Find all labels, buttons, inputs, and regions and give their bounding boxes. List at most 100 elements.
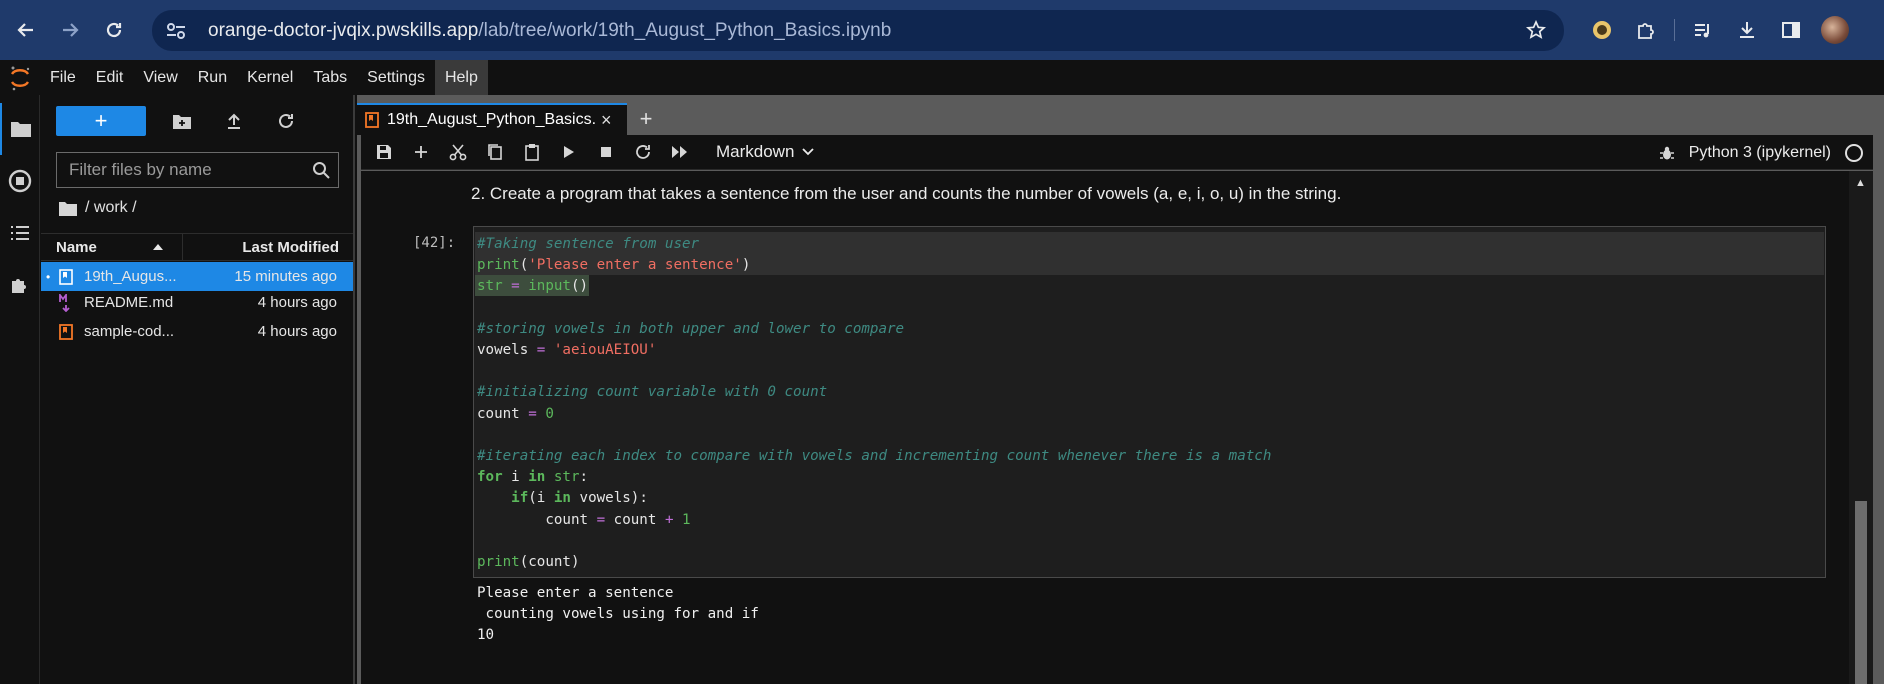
interrupt-button[interactable] (587, 135, 624, 170)
copy-button[interactable] (476, 135, 513, 170)
side-panel-icon[interactable] (1769, 14, 1813, 46)
code-line: str = input() (477, 278, 589, 295)
scrollbar[interactable]: ▲ (1849, 171, 1873, 684)
puzzle-piece-icon (12, 279, 26, 293)
save-button[interactable] (365, 135, 402, 170)
folder-icon (59, 201, 77, 216)
markdown-cell[interactable]: 2. Create a program that takes a sentenc… (471, 184, 1341, 204)
bookmark-star-icon[interactable] (1525, 19, 1547, 45)
notebook-icon (58, 268, 74, 285)
code-line: #iterating each index to compare with vo… (477, 448, 1272, 465)
file-list-header: Name Last Modified (41, 233, 353, 261)
restart-run-all-button[interactable] (661, 135, 698, 170)
code-text[interactable]: #Taking sentence from user print('Please … (477, 234, 1271, 573)
column-name-header[interactable]: Name (41, 233, 183, 261)
document-tabbar: 19th_August_Python_Basics.ipynb × + (357, 103, 661, 135)
new-tab-button[interactable]: + (631, 104, 661, 134)
menu-tabs[interactable]: Tabs (303, 60, 357, 95)
scroll-up-icon[interactable]: ▲ (1855, 177, 1866, 189)
back-button[interactable] (8, 12, 44, 48)
reload-button[interactable] (96, 12, 132, 48)
breadcrumb: / work / (59, 199, 137, 217)
filter-files-input[interactable] (57, 160, 297, 180)
menu-run[interactable]: Run (188, 60, 237, 95)
bug-icon (1659, 146, 1674, 159)
code-line: #Taking sentence from user (477, 236, 700, 252)
running-kernels-tab[interactable] (0, 155, 40, 207)
cell-type-value: Markdown (716, 142, 795, 161)
breadcrumb-path[interactable]: / work / (85, 199, 137, 217)
extensions-area (1580, 14, 1857, 46)
profile-avatar[interactable] (1813, 14, 1857, 46)
sort-ascending-icon (153, 244, 163, 250)
menubar: File Edit View Run Kernel Tabs Settings … (0, 60, 1884, 95)
table-of-contents-tab[interactable] (0, 207, 40, 259)
stop-icon (600, 147, 611, 157)
list-item[interactable]: sample-cod... 4 hours ago (41, 317, 353, 346)
restart-button[interactable] (624, 135, 661, 170)
run-button[interactable] (550, 135, 587, 170)
address-bar[interactable]: orange-doctor-jvqix.pwskills.app/lab/tre… (152, 10, 1564, 51)
forward-button[interactable] (52, 12, 88, 48)
download-icon[interactable] (1725, 14, 1769, 46)
running-indicator: • (46, 269, 51, 284)
execution-count: [42]: (413, 235, 456, 251)
search-icon (312, 161, 330, 184)
kernel-idle-icon (1845, 143, 1863, 162)
menu-view[interactable]: View (133, 60, 187, 95)
new-folder-icon[interactable] (156, 106, 208, 136)
insert-cell-button[interactable] (402, 135, 439, 170)
code-line: print(count) (477, 554, 580, 571)
copy-icon (487, 144, 502, 160)
kernel-status: Python 3 (ipykernel) (1659, 135, 1863, 170)
folder-icon (11, 122, 31, 137)
code-line: if(i in vowels): (511, 490, 648, 507)
extension-manager-tab[interactable] (0, 259, 40, 311)
code-line: count = 0 (477, 405, 554, 422)
menu-help[interactable]: Help (434, 60, 488, 95)
notebook-icon (58, 323, 74, 340)
url-host: orange-doctor-jvqix.pwskills.app (208, 19, 479, 41)
toolbar-separator (1674, 19, 1675, 41)
tab-notebook[interactable]: 19th_August_Python_Basics.ipynb × (357, 103, 627, 135)
list-item[interactable]: README.md 4 hours ago (41, 288, 353, 317)
extension-icon[interactable] (1580, 14, 1624, 46)
kernel-name[interactable]: Python 3 (ipykernel) (1689, 144, 1831, 162)
arrow-left-icon (17, 23, 33, 37)
stop-circle-icon (8, 169, 32, 193)
menu-file[interactable]: File (40, 60, 86, 95)
site-settings-icon[interactable] (166, 22, 196, 40)
menu-kernel[interactable]: Kernel (237, 60, 303, 95)
code-line: vowels = 'aeiouAEIOU' (477, 342, 657, 359)
menu-settings[interactable]: Settings (357, 60, 435, 95)
column-name-label: Name (56, 238, 97, 256)
cell-type-dropdown[interactable]: Markdown (716, 142, 815, 162)
upload-icon[interactable] (208, 106, 260, 136)
menu-edit[interactable]: Edit (86, 60, 134, 95)
column-modified-header[interactable]: Last Modified (183, 239, 353, 256)
url-path: /lab/tree/work/19th_August_Python_Basics… (478, 19, 892, 41)
file-browser-tab[interactable] (0, 103, 40, 155)
close-tab-icon[interactable]: × (601, 110, 612, 131)
refresh-icon[interactable] (260, 106, 312, 136)
file-modified: 4 hours ago (257, 294, 337, 311)
arrow-right-icon (63, 23, 79, 37)
scrollbar-thumb[interactable] (1855, 501, 1867, 684)
code-cell-editor[interactable]: #Taking sentence from user print('Please … (473, 226, 1826, 578)
notebook-icon (365, 112, 379, 128)
reload-icon (106, 22, 122, 38)
cut-button[interactable] (439, 135, 476, 170)
file-modified: 4 hours ago (257, 323, 337, 340)
file-modified: 15 minutes ago (234, 268, 337, 285)
media-queue-icon[interactable] (1681, 14, 1725, 46)
paste-button[interactable] (513, 135, 550, 170)
puzzle-icon[interactable] (1624, 14, 1668, 46)
plus-icon (414, 146, 427, 158)
list-item[interactable]: • 19th_Augus... 15 minutes ago (41, 262, 353, 291)
file-name: 19th_Augus... (84, 268, 177, 285)
code-line: print('Please enter a sentence') (477, 257, 751, 274)
new-launcher-button[interactable]: + (56, 106, 146, 136)
scissors-icon (449, 144, 466, 161)
